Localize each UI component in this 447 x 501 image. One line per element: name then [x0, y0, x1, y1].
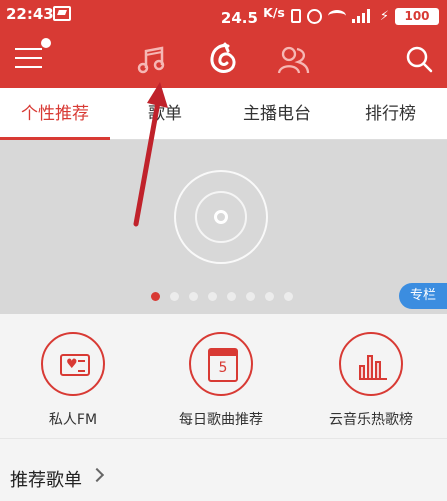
signal-icon [351, 9, 374, 23]
alarm-icon [306, 8, 322, 24]
tab-bar: 个性推荐 歌单 主播电台 排行榜 [0, 88, 447, 140]
recommend-playlist-section[interactable]: 推荐歌单 [0, 439, 447, 501]
carousel-dot[interactable] [170, 292, 179, 301]
charging-icon: ⚡ [379, 8, 389, 24]
tab-recommend[interactable]: 个性推荐 [0, 88, 110, 140]
hot-chart-shortcut[interactable]: 云音乐热歌榜 [311, 332, 431, 429]
carousel-dot-active[interactable] [151, 292, 160, 301]
menu-icon[interactable] [15, 48, 42, 69]
app-bar [0, 28, 447, 88]
carousel-dot[interactable] [284, 292, 293, 301]
status-bar: 22:43 24.5 K/s ⚡ 100 [0, 0, 447, 28]
network-speed-value: 24.5 [220, 9, 258, 27]
calendar-icon: 5 [189, 332, 253, 396]
app-screen: 22:43 24.5 K/s ⚡ 100 个性推荐 歌单 主播电台 排行榜 专栏… [0, 0, 447, 501]
status-right-icons: 24.5 K/s ⚡ 100 [221, 5, 439, 27]
shortcut-row: ♥ 私人FM 5 每日歌曲推荐 云音乐热歌榜 [0, 314, 447, 438]
private-fm-label: 私人FM [48, 412, 98, 428]
carousel-dots [151, 292, 293, 301]
recommend-playlist-title: 推荐歌单 [10, 470, 82, 491]
carousel-dot[interactable] [208, 292, 217, 301]
chevron-right-icon [89, 467, 105, 483]
search-icon[interactable] [404, 44, 434, 74]
disc-placeholder-icon [174, 170, 268, 264]
network-speed-unit: K/s [263, 5, 285, 20]
banner-carousel[interactable]: 专栏 [0, 140, 447, 314]
netease-music-icon[interactable] [205, 41, 241, 77]
hot-chart-label: 云音乐热歌榜 [329, 412, 413, 428]
carousel-dot[interactable] [265, 292, 274, 301]
top-bar: 22:43 24.5 K/s ⚡ 100 [0, 0, 447, 88]
friends-icon[interactable] [275, 42, 311, 78]
status-time: 22:43 [6, 5, 54, 23]
battery-indicator: 100 [395, 7, 439, 25]
tab-charts[interactable]: 排行榜 [334, 88, 447, 140]
calendar-day: 5 [208, 348, 238, 382]
tab-radio[interactable]: 主播电台 [220, 88, 334, 140]
vibrate-icon [290, 9, 301, 23]
chart-icon [339, 332, 403, 396]
menu-badge-dot [41, 38, 51, 48]
music-icon[interactable] [135, 43, 169, 77]
banner-badge: 专栏 [399, 283, 447, 309]
private-fm-shortcut[interactable]: ♥ 私人FM [13, 332, 133, 429]
notification-icon [53, 6, 71, 21]
radio-icon: ♥ [41, 332, 105, 396]
tab-playlists[interactable]: 歌单 [110, 88, 220, 140]
daily-recommend-label: 每日歌曲推荐 [179, 412, 263, 428]
daily-recommend-shortcut[interactable]: 5 每日歌曲推荐 [161, 332, 281, 429]
carousel-dot[interactable] [246, 292, 255, 301]
carousel-dot[interactable] [227, 292, 236, 301]
wifi-icon [327, 10, 346, 22]
carousel-dot[interactable] [189, 292, 198, 301]
network-speed: 24.5 K/s [221, 5, 285, 27]
